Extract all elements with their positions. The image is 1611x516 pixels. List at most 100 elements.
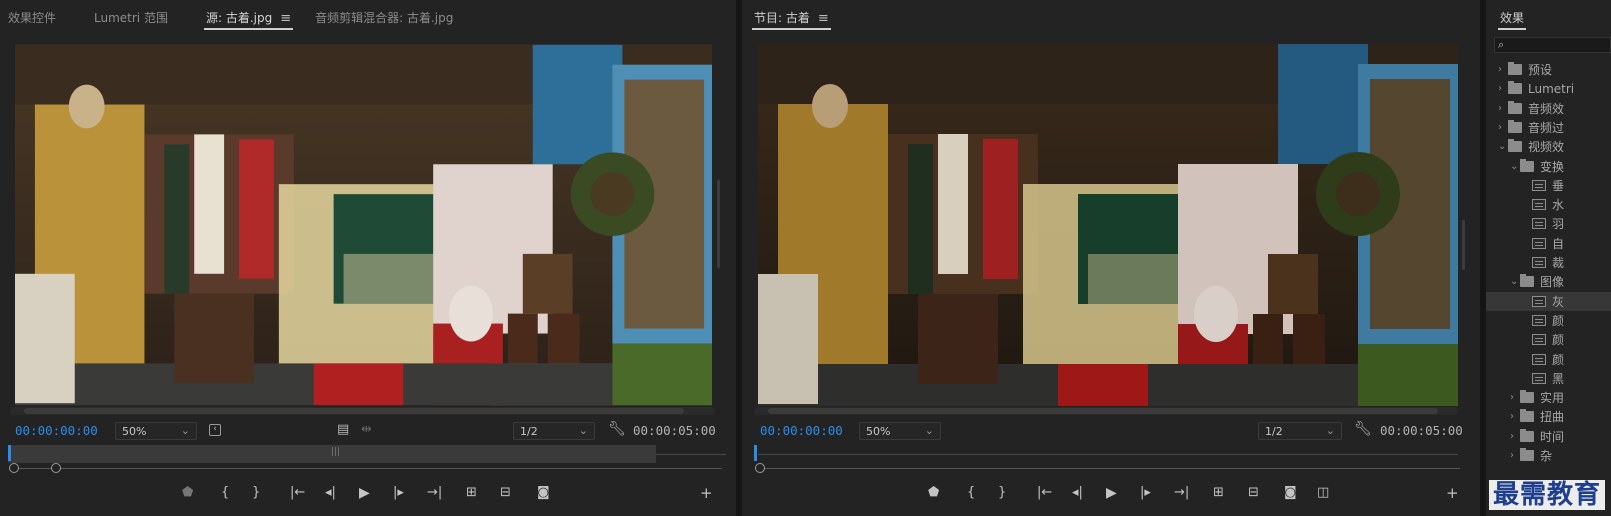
zoom-handle-left[interactable] <box>9 463 19 473</box>
program-resolution-select[interactable]: 1/2 ⌄ <box>1258 422 1342 440</box>
mark-in-icon[interactable]: { <box>221 486 229 499</box>
chevron-right-icon[interactable]: › <box>1510 392 1520 403</box>
chevron-down-icon[interactable]: ⌄ <box>1498 141 1508 152</box>
export-frame-icon[interactable]: ◙ <box>537 486 550 499</box>
effects-folder[interactable]: › 实用 <box>1486 388 1611 407</box>
effects-search-input[interactable]: ⌕ <box>1494 37 1611 53</box>
chevron-right-icon[interactable]: › <box>1498 122 1508 133</box>
source-zoom-select[interactable]: 50% ⌄ <box>115 422 197 440</box>
effects-folder[interactable]: › 音频过 <box>1486 118 1611 137</box>
mark-out-icon[interactable]: } <box>252 486 260 499</box>
source-timeline-ruler[interactable]: ||| <box>8 445 656 463</box>
tab-effect-controls[interactable]: 效果控件 <box>0 0 64 36</box>
scrollbar-thumb[interactable] <box>768 408 1438 414</box>
effect-item[interactable]: 颜 <box>1486 350 1611 369</box>
export-frame-icon[interactable]: ◙ <box>1284 486 1297 499</box>
effects-folder[interactable]: ⌄ 视频效 <box>1486 137 1611 156</box>
horizontal-scrollbar[interactable] <box>10 407 715 415</box>
effect-item[interactable]: 裁 <box>1486 253 1611 272</box>
effect-item[interactable]: 自 <box>1486 234 1611 253</box>
effect-item[interactable]: 颜 <box>1486 330 1611 349</box>
effect-label: 颜 <box>1552 313 1565 328</box>
overwrite-icon[interactable]: ⊟ <box>500 486 511 499</box>
go-to-in-icon[interactable]: |← <box>1037 486 1052 499</box>
tab-audio-clip-mixer[interactable]: 音频剪辑混合器: 古着.jpg <box>307 0 461 36</box>
program-current-timecode[interactable]: 00:00:00:00 <box>760 423 843 438</box>
program-video-frame[interactable] <box>758 44 1458 406</box>
effect-item[interactable]: 灰 <box>1486 291 1611 311</box>
mark-out-icon[interactable]: } <box>998 486 1006 499</box>
go-to-in-icon[interactable]: |← <box>290 486 305 499</box>
chevron-right-icon[interactable]: › <box>1498 83 1508 94</box>
source-resolution-select[interactable]: 1/2 ⌄ <box>513 422 595 440</box>
effects-folder[interactable]: › 扭曲 <box>1486 407 1611 426</box>
drag-handle-icon[interactable]: ‹ <box>209 424 221 436</box>
chevron-right-icon[interactable]: › <box>1510 431 1520 442</box>
add-marker-icon[interactable]: ⬟ <box>928 486 939 499</box>
chevron-right-icon[interactable]: › <box>1498 64 1508 75</box>
settings-wrench-icon[interactable]: 🔧︎ <box>608 422 626 436</box>
ruler-extent <box>758 454 1458 455</box>
folder-icon <box>1520 409 1534 423</box>
play-icon[interactable]: ▶ <box>359 486 370 500</box>
vertical-scrollbar[interactable] <box>1462 220 1465 270</box>
effect-label: 水 <box>1552 198 1565 213</box>
add-button-icon[interactable]: + <box>1446 486 1459 501</box>
zoom-scroll-track[interactable] <box>760 468 1460 469</box>
effect-item[interactable]: 黑 <box>1486 369 1611 388</box>
vertical-scrollbar[interactable] <box>717 180 720 268</box>
zoom-handle-left[interactable] <box>755 463 765 473</box>
go-to-out-icon[interactable]: →| <box>1174 486 1189 499</box>
lift-icon[interactable]: ⊞ <box>1213 486 1224 499</box>
menu-icon[interactable]: ≡ <box>818 11 829 26</box>
effect-item[interactable]: 垂 <box>1486 176 1611 195</box>
drag-audio-only-icon[interactable]: ⇹ <box>361 423 372 436</box>
chevron-down-icon[interactable]: ⌄ <box>1510 276 1520 287</box>
insert-icon[interactable]: ⊞ <box>466 486 477 499</box>
effect-item[interactable]: 颜 <box>1486 311 1611 330</box>
folder-icon <box>1520 390 1534 404</box>
effect-label: 变换 <box>1540 159 1565 174</box>
program-zoom-select[interactable]: 50% ⌄ <box>859 422 941 440</box>
add-marker-icon[interactable]: ⬟ <box>182 486 193 499</box>
source-current-timecode[interactable]: 00:00:00:00 <box>15 423 98 438</box>
go-to-out-icon[interactable]: →| <box>427 486 442 499</box>
effects-folder[interactable]: ⌄ 变换 <box>1486 157 1611 176</box>
mark-in-icon[interactable]: { <box>967 486 975 499</box>
program-duration-timecode: 00:00:05:00 <box>1380 423 1463 438</box>
effect-item[interactable]: 水 <box>1486 195 1611 214</box>
drag-video-only-icon[interactable]: ▤ <box>337 423 349 436</box>
effects-folder[interactable]: › 预设 <box>1486 60 1611 79</box>
tab-lumetri-scopes[interactable]: Lumetri 范围 <box>86 0 176 36</box>
effects-folder[interactable]: › 音频效 <box>1486 99 1611 118</box>
tab-source[interactable]: 源: 古着.jpg ≡ <box>198 0 299 36</box>
effect-item[interactable]: 羽 <box>1486 214 1611 233</box>
effects-folder[interactable]: ⌄ 图像 <box>1486 272 1611 291</box>
source-video-frame[interactable] <box>15 44 712 406</box>
effects-folder[interactable]: › 时间 <box>1486 427 1611 446</box>
scrollbar-thumb[interactable] <box>24 408 684 414</box>
playhead[interactable] <box>754 445 757 461</box>
extract-icon[interactable]: ⊟ <box>1248 486 1259 499</box>
effects-folder[interactable]: › Lumetri <box>1486 79 1611 98</box>
horizontal-scrollbar[interactable] <box>754 407 1458 415</box>
chevron-down-icon[interactable]: ⌄ <box>1510 161 1520 172</box>
settings-wrench-icon[interactable]: 🔧︎ <box>1354 422 1372 436</box>
step-back-icon[interactable]: ◂| <box>1072 486 1083 499</box>
tab-program[interactable]: 节目: 古着 ≡ <box>746 0 837 36</box>
tab-effects[interactable]: 效果 <box>1492 0 1532 36</box>
play-icon[interactable]: ▶ <box>1106 486 1117 500</box>
zoom-handle-right[interactable] <box>51 463 61 473</box>
add-button-icon[interactable]: + <box>700 486 713 501</box>
comparison-view-icon[interactable]: ◫ <box>1317 486 1329 499</box>
chevron-right-icon[interactable]: › <box>1510 411 1520 422</box>
chevron-right-icon[interactable]: › <box>1498 103 1508 114</box>
chevron-right-icon[interactable]: › <box>1510 450 1520 461</box>
playhead[interactable] <box>8 445 11 461</box>
step-back-icon[interactable]: ◂| <box>325 486 336 499</box>
step-forward-icon[interactable]: |▸ <box>1140 486 1151 499</box>
step-forward-icon[interactable]: |▸ <box>393 486 404 499</box>
menu-icon[interactable]: ≡ <box>280 11 291 26</box>
effects-folder[interactable]: › 杂 <box>1486 446 1611 465</box>
zoom-scroll-track[interactable] <box>14 468 722 469</box>
